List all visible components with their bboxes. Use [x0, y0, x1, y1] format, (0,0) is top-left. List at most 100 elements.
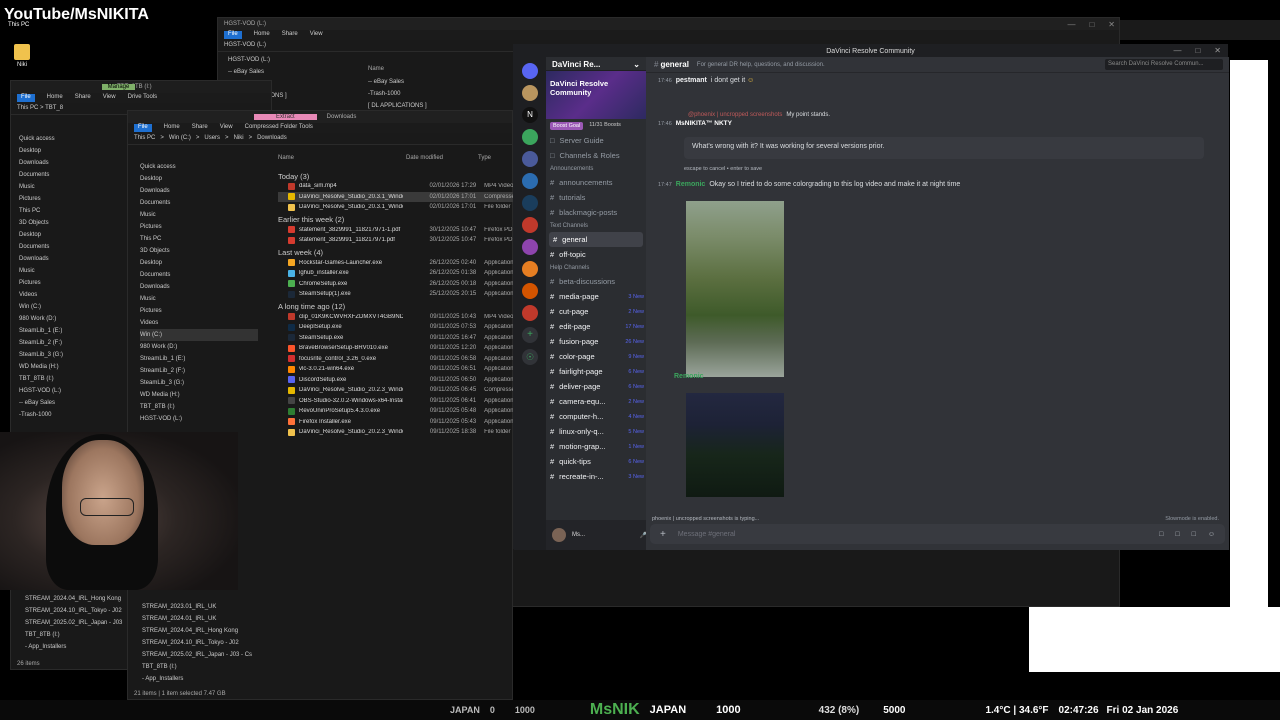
tree-item[interactable]: 3D Objects	[19, 217, 129, 229]
file-group-header[interactable]: A long time ago (12)	[278, 300, 514, 312]
channel-linux-only-q-[interactable]: # linux-only-q... 5 New	[546, 424, 646, 439]
tree-item[interactable]: Downloads	[19, 157, 129, 169]
channel-off-topic[interactable]: # off-topic	[546, 247, 646, 262]
file-group-header[interactable]: Last week (4)	[278, 246, 514, 258]
ribbon-tab[interactable]: Home	[164, 124, 180, 132]
file-row[interactable]: BraveBrowserSetup-BRV010.exe 09/11/2025 1…	[278, 343, 514, 354]
tree-item[interactable]: TBT_8TB (I:)	[140, 401, 258, 413]
channel-edit-page[interactable]: # edit-page 17 New	[546, 319, 646, 334]
browser-titlebar[interactable]	[1120, 20, 1280, 40]
file-row[interactable]: DaVinci_Resolve_Studio_20.2.3_Windows 09/…	[278, 427, 514, 438]
channel-topic[interactable]: For general DR help, questions, and disc…	[697, 62, 825, 68]
server-icon[interactable]	[522, 85, 538, 101]
tree-item[interactable]: SteamLib_3 (G:)	[19, 349, 129, 361]
server-icon[interactable]	[522, 195, 538, 211]
server-icon-active[interactable]	[522, 151, 538, 167]
tree-item[interactable]: StreamLib_2 (F:)	[140, 365, 258, 377]
file-row[interactable]: DaVinci_Resolve_Studio_20.3.1_Windows 02/…	[278, 202, 514, 213]
gif-icon[interactable]: □	[1175, 531, 1179, 538]
tree-item[interactable]: Pictures	[140, 305, 258, 317]
channel-computer-h-[interactable]: # computer-h... 4 New	[546, 409, 646, 424]
tree-item[interactable]: 980 Work (D:)	[140, 341, 258, 353]
channel-beta-discussions[interactable]: # beta-discussions	[546, 274, 646, 289]
tree-item[interactable]: StreamLib_1 (E:)	[140, 353, 258, 365]
tree-item[interactable]: Documents	[19, 169, 129, 181]
discord-home-icon[interactable]	[522, 63, 538, 79]
file-row[interactable]: SteamSetup.exe 09/11/2025 16:47 Applicatio…	[278, 333, 514, 344]
tree-item[interactable]: TBT_8TB (I:)	[25, 629, 135, 641]
gift-icon[interactable]: □	[1159, 531, 1163, 538]
tree-item[interactable]: Desktop	[140, 173, 258, 185]
channel-recreate-in-[interactable]: # recreate-in-... 3 New	[546, 469, 646, 484]
channel-announcements[interactable]: # announcements	[546, 175, 646, 190]
ribbon-tab[interactable]: Share	[192, 124, 208, 132]
tree-item[interactable]: -- eBay Sales	[19, 397, 129, 409]
tree-item[interactable]: Documents	[140, 197, 258, 209]
channel-fusion-page[interactable]: # fusion-page 26 New	[546, 334, 646, 349]
ribbon-tab[interactable]: View	[220, 124, 233, 132]
address-bar[interactable]: This PC > Win (C:) > Users > Niki > Downloads	[128, 133, 512, 145]
server-icon[interactable]	[522, 261, 538, 277]
ribbon-tab[interactable]: Compressed Folder Tools	[245, 124, 313, 132]
channel-quick-tips[interactable]: # quick-tips 6 New	[546, 454, 646, 469]
file-row[interactable]: DaVinci_Resolve_Studio_20.2.3_Windows...…	[278, 385, 514, 396]
file-row[interactable]: OBS-Studio-32.0.2-Windows-x64-Installe..…	[278, 396, 514, 407]
file-row[interactable]: ChromeSetup.exe 26/12/2025 00:18 Applicati…	[278, 279, 514, 290]
add-server-icon[interactable]: +	[522, 327, 538, 343]
edit-message-input[interactable]: What's wrong with it? It was working for…	[684, 137, 1204, 159]
col-date[interactable]: Date modified	[406, 155, 478, 165]
tree-item[interactable]: Documents	[140, 269, 258, 281]
discord-window[interactable]: DaVinci Resolve Community — □ ✕ N + ☉ DaVi…	[513, 44, 1229, 550]
channel-camera-equ-[interactable]: # camera-equ... 2 New	[546, 394, 646, 409]
server-icon[interactable]	[522, 217, 538, 233]
file-row[interactable]: statement_3829991_118217971.pdf 30/12/202…	[278, 235, 514, 246]
avatar[interactable]	[552, 528, 566, 542]
channel-motion-grap-[interactable]: # motion-grap... 1 New	[546, 439, 646, 454]
breadcrumb-item[interactable]: Niki	[234, 135, 244, 142]
file-group-header[interactable]: Today (3)	[278, 169, 514, 181]
tree-item[interactable]: Videos	[140, 317, 258, 329]
desktop-this-pc-label[interactable]: This PC	[8, 22, 29, 28]
tree-item[interactable]: Desktop	[19, 229, 129, 241]
file-row[interactable]: lghub_installer.exe 26/12/2025 01:38 Appli…	[278, 268, 514, 279]
emoji-icon[interactable]: ☺	[1208, 531, 1215, 538]
tree-item[interactable]: Win (C:)	[140, 329, 258, 341]
user-name[interactable]: Ms...	[572, 532, 585, 538]
ribbon-tab[interactable]: Drive Tools	[128, 94, 158, 102]
tree-item[interactable]: SteamLib_2 (F:)	[19, 337, 129, 349]
channel-color-page[interactable]: # color-page 9 New	[546, 349, 646, 364]
breadcrumb-item[interactable]: Downloads	[257, 135, 287, 142]
tree-item[interactable]: Downloads	[19, 253, 129, 265]
tree-item[interactable]: Downloads	[140, 185, 258, 197]
file-row[interactable]: statement_3829991_118217971-1.pdf 30/12/2…	[278, 225, 514, 236]
ribbon-tab[interactable]: File	[17, 94, 35, 102]
explore-icon[interactable]: ☉	[522, 349, 538, 365]
address-bar[interactable]: This PC > TBT_8	[17, 105, 63, 112]
file-row[interactable]: Rockstar-Games-Launcher.exe 26/12/2025 02…	[278, 258, 514, 269]
tree-item[interactable]: TBT_8TB (I:)	[19, 373, 129, 385]
extract-tab[interactable]: Extract	[254, 114, 317, 120]
ribbon-tab[interactable]: File	[134, 124, 152, 132]
ribbon-tab[interactable]: Home	[47, 94, 63, 102]
tree-item[interactable]: Pictures	[19, 277, 129, 289]
tree-item[interactable]: STREAM_2024.10_IRL_Tokyo - J02	[25, 605, 135, 617]
tree-item[interactable]: STREAM_2025.02_IRL_Japan - J03	[25, 617, 135, 629]
file-row[interactable]: Firefox Installer.exe 09/11/2025 05:43 App…	[278, 417, 514, 428]
ribbon-tab[interactable]: Share	[282, 31, 298, 39]
ribbon-tab[interactable]: View	[310, 31, 323, 39]
tree-item[interactable]: Quick access	[140, 161, 258, 173]
address-bar[interactable]: HGST-VOD (L:)	[224, 42, 266, 49]
file-row[interactable]: DiscordSetup.exe 09/11/2025 06:50 Applicat…	[278, 375, 514, 386]
tree-item[interactable]: - App_Installers	[25, 641, 135, 653]
server-icon[interactable]	[522, 239, 538, 255]
col-type[interactable]: Type	[478, 155, 491, 165]
category-help-channels[interactable]: Help Channels	[546, 262, 646, 274]
name-column-header[interactable]: Name	[368, 66, 384, 72]
tree-item[interactable]: Pictures	[19, 193, 129, 205]
breadcrumb-item[interactable]: Users	[204, 135, 220, 142]
tree-item[interactable]: SteamLib_1 (E:)	[19, 325, 129, 337]
ribbon-tab[interactable]: View	[103, 94, 116, 102]
tree-item[interactable]: Videos	[19, 289, 129, 301]
breadcrumb-item[interactable]: This PC	[134, 135, 155, 142]
file-row[interactable]: data_sim.mp4 02/01/2026 17:29 MP4 Video	[278, 181, 514, 192]
